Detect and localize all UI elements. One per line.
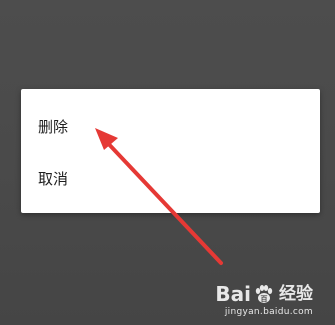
context-menu-dialog: 删除 取消 [21,89,320,213]
watermark-url: jingyan.baidu.com [224,307,313,317]
cancel-label: 取消 [38,169,69,188]
cancel-menu-item[interactable]: 取消 [21,155,320,201]
delete-label: 删除 [38,117,69,136]
watermark-brand-right: 百 [261,295,268,303]
paw-icon: 百 [255,285,273,303]
baidu-jingyan-watermark: Bai 百 经验 jingyan.baidu.com [215,283,313,317]
watermark-product: 经验 [279,284,313,304]
delete-menu-item[interactable]: 删除 [21,103,320,149]
watermark-brand-left: Bai [215,282,251,306]
